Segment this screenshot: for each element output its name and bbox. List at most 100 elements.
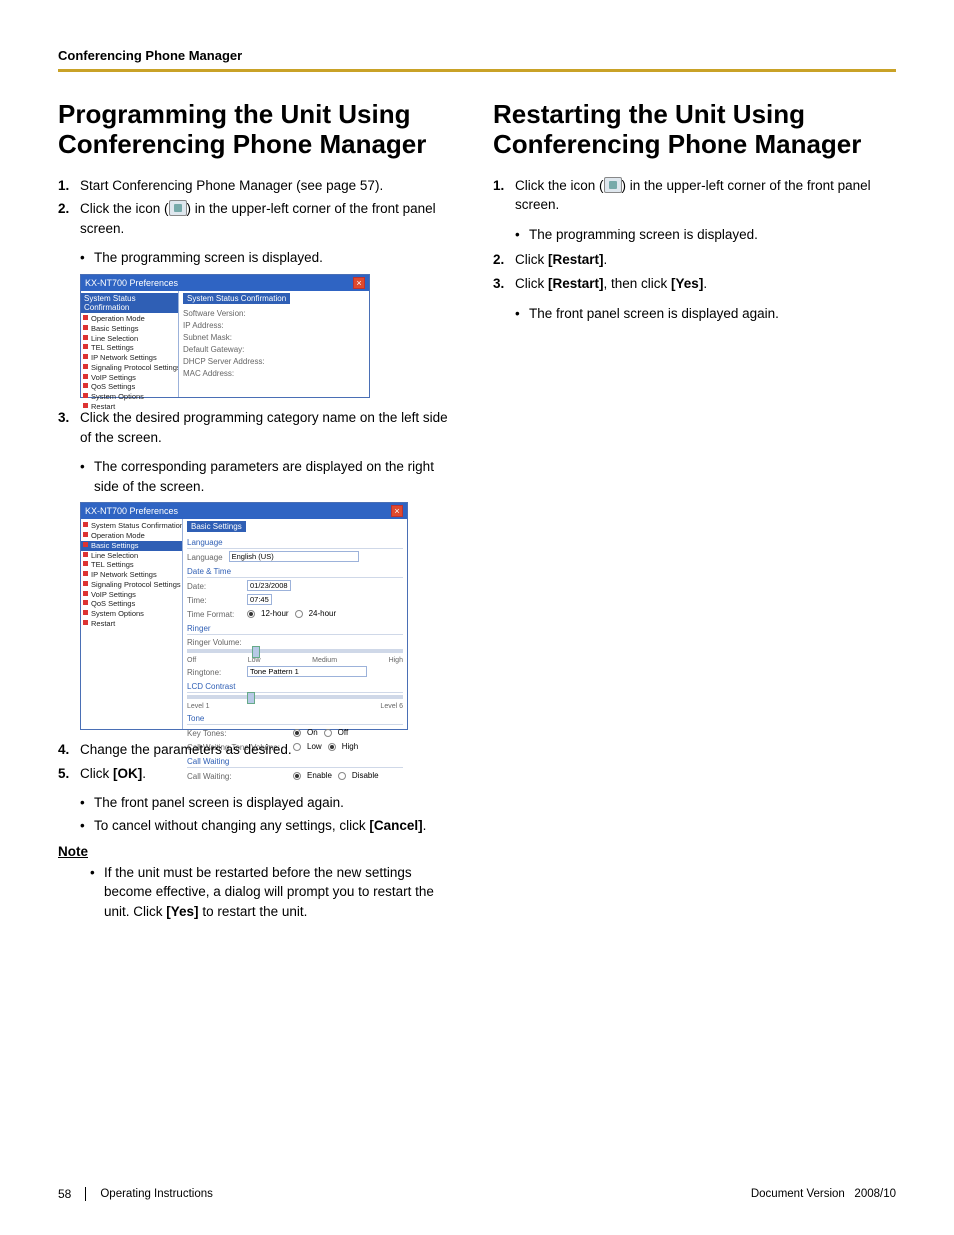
scale-label: Level 1 bbox=[187, 703, 210, 710]
shot1-label: Subnet Mask: bbox=[183, 333, 365, 342]
tree-item: Restart bbox=[81, 402, 178, 412]
note-bullet: If the unit must be restarted before the… bbox=[90, 863, 461, 922]
tree-item: QoS Settings bbox=[81, 599, 182, 609]
screenshot-preferences-basic: KX-NT700 Preferences × System Status Con… bbox=[80, 502, 408, 730]
tree-item: System Options bbox=[81, 609, 182, 619]
tree-item: System Options bbox=[81, 392, 178, 402]
tree-item: Line Selection bbox=[81, 551, 182, 561]
group-language: Language bbox=[187, 538, 403, 549]
label: Date: bbox=[187, 582, 241, 591]
header-rule bbox=[58, 69, 896, 72]
tree-item: Line Selection bbox=[81, 334, 178, 344]
group-datetime: Date & Time bbox=[187, 567, 403, 578]
shot1-right-header: System Status Confirmation bbox=[183, 293, 290, 304]
label: Off bbox=[338, 728, 349, 737]
doc-title: Operating Instructions bbox=[100, 1188, 213, 1200]
ok-label: [OK] bbox=[113, 766, 142, 781]
group-lcd: LCD Contrast bbox=[187, 682, 403, 693]
shot1-tree-header: System Status Confirmation bbox=[81, 293, 178, 313]
step-3: Click the desired programming category n… bbox=[80, 408, 461, 447]
step-1: Start Conferencing Phone Manager (see pa… bbox=[80, 176, 461, 196]
shot1-label: MAC Address: bbox=[183, 369, 365, 378]
scale-label: High bbox=[389, 657, 403, 664]
date-field: 01/23/2008 bbox=[247, 580, 291, 591]
yes-label: [Yes] bbox=[671, 276, 703, 291]
r-step-2: Click [Restart]. bbox=[515, 250, 896, 270]
time-field: 07:45 bbox=[247, 594, 272, 605]
cancel-label: [Cancel] bbox=[369, 818, 422, 833]
tree-item: Restart bbox=[81, 619, 182, 629]
tree-item: Signaling Protocol Settings bbox=[81, 580, 182, 590]
tree-item: TEL Settings bbox=[81, 560, 182, 570]
step-2-bullet: The programming screen is displayed. bbox=[80, 248, 461, 268]
lcd-contrast-slider bbox=[187, 695, 403, 699]
text: Click the icon ( bbox=[515, 178, 604, 193]
label: 24-hour bbox=[309, 609, 337, 618]
section-title-restarting: Restarting the Unit Using Conferencing P… bbox=[493, 100, 896, 160]
step-2-pre: Click the icon ( bbox=[80, 201, 169, 216]
tree-item: Basic Settings bbox=[81, 324, 178, 334]
scale-label: Off bbox=[187, 657, 196, 664]
restart-label: [Restart] bbox=[548, 276, 604, 291]
radio-12hour bbox=[247, 610, 255, 618]
step-5-bullet-1: The front panel screen is displayed agai… bbox=[80, 793, 461, 813]
label: Time: bbox=[187, 596, 241, 605]
tree-item: Operation Mode bbox=[81, 531, 182, 541]
group-ringer: Ringer bbox=[187, 624, 403, 635]
text: to restart the unit. bbox=[199, 904, 308, 919]
section-title-programming: Programming the Unit Using Conferencing … bbox=[58, 100, 461, 160]
tree-item: IP Network Settings bbox=[81, 353, 178, 363]
label: Ringer Volume: bbox=[187, 638, 403, 647]
doc-version-value: 2008/10 bbox=[854, 1188, 896, 1200]
text: To cancel without changing any settings,… bbox=[94, 818, 369, 833]
running-header: Conferencing Phone Manager bbox=[58, 48, 896, 63]
radio-on bbox=[293, 729, 301, 737]
label: Time Format: bbox=[187, 610, 241, 619]
text: . bbox=[142, 766, 146, 781]
scale-label: Level 6 bbox=[380, 703, 403, 710]
ringtone-select: Tone Pattern 1 bbox=[247, 666, 367, 677]
radio-24hour bbox=[295, 610, 303, 618]
label: On bbox=[307, 728, 318, 737]
text: , then click bbox=[604, 276, 672, 291]
restart-label: [Restart] bbox=[548, 252, 604, 267]
footer-divider bbox=[85, 1187, 86, 1201]
tree-item: VoIP Settings bbox=[81, 590, 182, 600]
label: Key Tones: bbox=[187, 729, 287, 738]
tree-item: QoS Settings bbox=[81, 382, 178, 392]
label: Ringtone: bbox=[187, 668, 241, 677]
left-column: Programming the Unit Using Conferencing … bbox=[58, 100, 461, 927]
tree-item: Operation Mode bbox=[81, 314, 178, 324]
shot2-title: KX-NT700 Preferences bbox=[85, 506, 178, 516]
tree-item: TEL Settings bbox=[81, 343, 178, 353]
step-3-bullet: The corresponding parameters are display… bbox=[80, 457, 461, 496]
shot1-label: Software Version: bbox=[183, 309, 365, 318]
r-step-3-bullet: The front panel screen is displayed agai… bbox=[515, 304, 896, 324]
radio-off bbox=[324, 729, 332, 737]
shot1-label: DHCP Server Address: bbox=[183, 357, 365, 366]
scale-label: Medium bbox=[312, 657, 337, 664]
tree-item: System Status Confirmation bbox=[81, 521, 182, 531]
doc-version-label: Document Version bbox=[751, 1188, 845, 1200]
step-4: Change the parameters as desired. bbox=[80, 740, 461, 760]
r-step-1-bullet: The programming screen is displayed. bbox=[515, 225, 896, 245]
shot1-title: KX-NT700 Preferences bbox=[85, 278, 178, 288]
tree-item: IP Network Settings bbox=[81, 570, 182, 580]
right-column: Restarting the Unit Using Conferencing P… bbox=[493, 100, 896, 927]
shot1-label: Default Gateway: bbox=[183, 345, 365, 354]
text: . bbox=[604, 252, 608, 267]
tree-item: Signaling Protocol Settings bbox=[81, 363, 178, 373]
preferences-icon bbox=[169, 200, 187, 216]
tree-item: VoIP Settings bbox=[81, 373, 178, 383]
text: Click bbox=[515, 276, 548, 291]
label: 12-hour bbox=[261, 609, 289, 618]
text: . bbox=[703, 276, 707, 291]
step-2: Click the icon () in the upper-left corn… bbox=[80, 199, 461, 238]
shot1-label: IP Address: bbox=[183, 321, 365, 330]
preferences-icon bbox=[604, 177, 622, 193]
text: . bbox=[423, 818, 427, 833]
language-select: English (US) bbox=[229, 551, 359, 562]
yes-label: [Yes] bbox=[166, 904, 198, 919]
group-tone: Tone bbox=[187, 714, 403, 725]
r-step-1: Click the icon () in the upper-left corn… bbox=[515, 176, 896, 215]
